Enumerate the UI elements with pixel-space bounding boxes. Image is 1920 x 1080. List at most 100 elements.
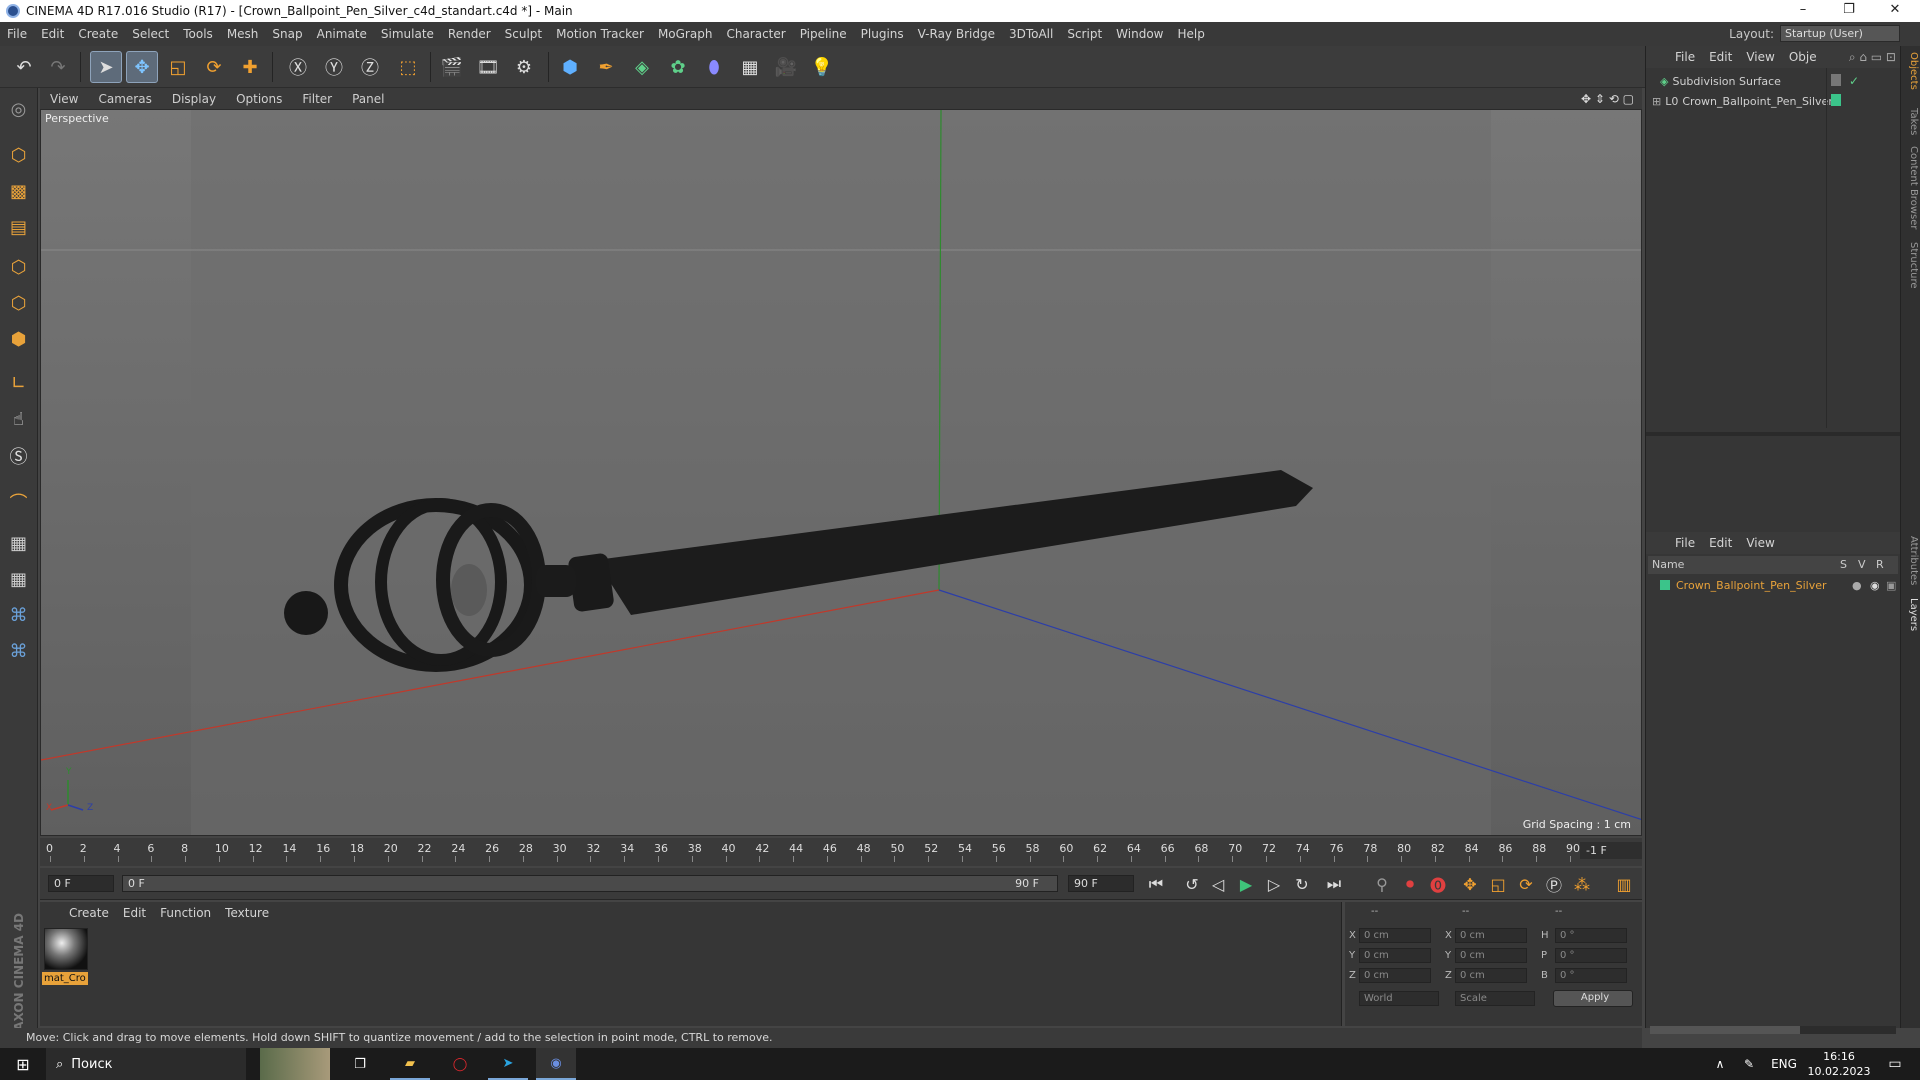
live-selection-icon[interactable]: ✚ [234,51,266,83]
go-to-end-icon[interactable]: ⏭ [1322,872,1346,896]
rot-p-field[interactable]: 0 ° [1555,948,1627,963]
tab-attributes[interactable]: Attributes [1903,536,1919,585]
snap-icon[interactable]: Ⓢ [3,440,34,471]
tab-structure[interactable]: Structure [1903,242,1919,289]
menu-animate[interactable]: Animate [310,27,374,41]
autokey-icon[interactable]: ⓿ [1426,872,1450,896]
next-frame-icon[interactable]: ▷ [1262,872,1286,896]
redo-icon[interactable]: ↷ [42,51,74,83]
perspective-viewport[interactable]: Perspective Y X Z Grid Spacing : 1 cm [40,109,1642,836]
file-explorer-icon[interactable]: ▰ [390,1048,430,1080]
key-scale-icon[interactable]: ◱ [1486,872,1510,896]
key-pla-icon[interactable]: ⁂ [1570,872,1594,896]
object-manager-tool-icons[interactable]: ⌕ ⌂ ▭ ⊡ [1849,50,1896,65]
start-frame-field[interactable]: 0 F [48,875,114,892]
viewport-navigation-icons[interactable]: ✥ ⇕ ⟲ ▢ [1581,92,1634,106]
y-axis-lock-icon[interactable]: Ⓨ [318,51,350,83]
menu-create[interactable]: Create [71,27,125,41]
object-menu-view[interactable]: View [1739,50,1781,64]
points-mode-icon[interactable]: ⬡ [3,252,34,283]
next-key-icon[interactable]: ↻ [1290,872,1314,896]
cinema4d-taskbar-icon[interactable]: ◉ [536,1048,576,1080]
menu-plugins[interactable]: Plugins [854,27,911,41]
layer-menu-view[interactable]: View [1739,536,1781,550]
menu-select[interactable]: Select [125,27,176,41]
menu-mograph[interactable]: MoGraph [651,27,720,41]
texture-mode-icon[interactable]: ▩ [3,176,34,207]
tab-layers[interactable]: Layers [1903,598,1919,631]
opera-browser-icon[interactable]: ◯ [440,1048,480,1080]
object-menu-objects[interactable]: Obje [1782,50,1824,64]
menu-mesh[interactable]: Mesh [220,27,266,41]
size-x-field[interactable]: 0 cm [1455,928,1527,943]
timeline-window-icon[interactable]: ▥ [1612,872,1636,896]
task-view-icon[interactable]: ❐ [340,1048,380,1080]
layer-tag-icon[interactable] [1831,74,1841,86]
menu-3dtoall[interactable]: 3DToAll [1002,27,1060,41]
previous-frame-icon[interactable]: ◁ [1206,872,1230,896]
object-row-subdivision-surface[interactable]: ◈ Subdivision Surface [1660,72,1840,90]
layer-render-icon[interactable]: ▣ [1886,579,1896,592]
enabled-check-icon[interactable]: ✓ [1849,74,1859,88]
viewport-menu-cameras[interactable]: Cameras [88,92,161,106]
layer-row[interactable]: Crown_Ballpoint_Pen_Silver ● ◉ ▣ [1660,576,1896,594]
key-parameter-icon[interactable]: Ⓟ [1542,872,1566,896]
light-icon[interactable]: 💡 [806,51,838,83]
pos-x-field[interactable]: 0 cm [1359,928,1431,943]
rotate-tool-icon[interactable]: ⟳ [198,51,230,83]
language-indicator[interactable]: ENG [1766,1048,1802,1080]
material-thumbnail[interactable] [44,928,88,970]
layout-dropdown[interactable]: Startup (User) [1780,25,1900,42]
tab-objects[interactable]: Objects [1903,52,1919,90]
preview-range-slider[interactable]: 0 F 90 F [122,875,1058,892]
panel-splitter[interactable] [1646,432,1900,436]
menu-help[interactable]: Help [1170,27,1211,41]
magnet-icon[interactable]: ⌒ [3,486,34,517]
material-menu-edit[interactable]: Edit [116,906,153,920]
viewport-menu-filter[interactable]: Filter [292,92,342,106]
menu-render[interactable]: Render [441,27,498,41]
viewport-menu-display[interactable]: Display [162,92,226,106]
menu-window[interactable]: Window [1109,27,1170,41]
viewport-menu-panel[interactable]: Panel [342,92,394,106]
render-picture-viewer-icon[interactable]: 🎞 [472,51,504,83]
model-mode-icon[interactable]: ⬡ [3,140,34,171]
render-settings-icon[interactable]: ⚙ [508,51,540,83]
rot-h-field[interactable]: 0 ° [1555,928,1627,943]
deformer-icon[interactable]: ⬮ [698,51,730,83]
python-script-icon[interactable]: ⌘ [3,600,34,631]
key-position-icon[interactable]: ✥ [1458,872,1482,896]
tab-takes[interactable]: Takes [1903,108,1919,135]
search-highlight-image[interactable] [260,1048,330,1080]
polygons-mode-icon[interactable]: ⬢ [3,324,34,355]
windows-start-icon[interactable]: ⊞ [8,1048,38,1080]
end-frame-field[interactable]: 90 F [1068,875,1134,892]
rot-b-field[interactable]: 0 ° [1555,968,1627,983]
layer-menu-edit[interactable]: Edit [1702,536,1739,550]
go-to-start-icon[interactable]: ⏮ [1144,872,1168,896]
locked-workplane-icon[interactable]: ▦ [3,528,34,559]
key-rotation-icon[interactable]: ⟳ [1514,872,1538,896]
clock[interactable]: 16:16 10.02.2023 [1804,1048,1874,1080]
floor-icon[interactable]: ▦ [734,51,766,83]
make-editable-icon[interactable]: ◎ [3,94,34,125]
layer-solo-toggle[interactable]: ● [1852,579,1862,592]
cube-primitive-icon[interactable]: ⬢ [554,51,586,83]
material-name[interactable]: mat_Cro [42,972,88,985]
apply-button[interactable]: Apply [1553,990,1633,1007]
expand-icon[interactable]: ⊞ [1652,95,1661,108]
subdivision-surface-icon[interactable]: ◈ [626,51,658,83]
close-button[interactable]: ✕ [1872,0,1918,22]
pos-y-field[interactable]: 0 cm [1359,948,1431,963]
layer-color-swatch[interactable] [1831,94,1841,106]
taskbar-search-box[interactable]: ⌕ Поиск [46,1048,246,1080]
camera-icon[interactable]: 🎥 [770,51,802,83]
scale-mode-dropdown[interactable]: Scale [1455,991,1535,1006]
move-tool-icon[interactable]: ✥ [126,51,158,83]
menu-sculpt[interactable]: Sculpt [498,27,549,41]
menu-simulate[interactable]: Simulate [374,27,441,41]
coordinate-mode-dropdown[interactable]: World [1359,991,1439,1006]
coordinate-system-icon[interactable]: ⬚ [392,51,424,83]
horizontal-scrollbar[interactable] [1650,1026,1896,1034]
material-menu-function[interactable]: Function [153,906,218,920]
